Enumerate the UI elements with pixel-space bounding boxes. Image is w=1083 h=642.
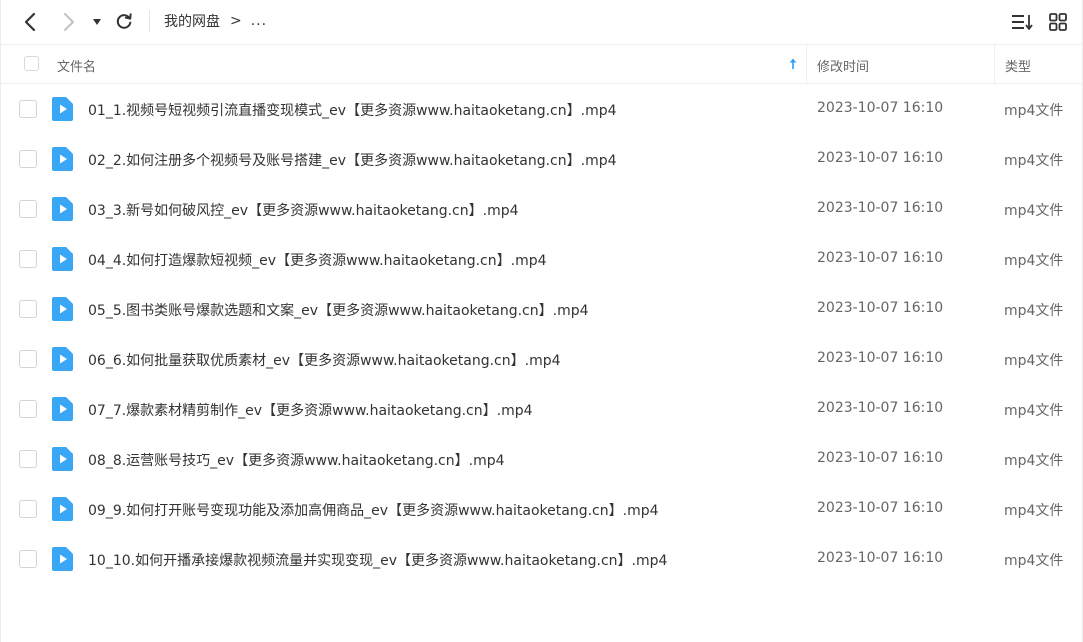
file-type: mp4文件 (1004, 153, 1064, 169)
file-type: mp4文件 (1004, 553, 1064, 569)
row-checkbox[interactable] (19, 550, 37, 568)
video-file-icon (52, 397, 73, 421)
file-type: mp4文件 (1004, 353, 1064, 369)
forward-button[interactable] (56, 9, 82, 35)
file-modified-time: 2023-10-07 16:10 (817, 100, 944, 116)
video-file-icon (52, 97, 73, 121)
refresh-button[interactable] (111, 9, 137, 35)
sort-ascending-icon[interactable] (786, 57, 800, 71)
file-name[interactable]: 05_5.图书类账号爆款选题和文案_ev【更多资源www.haitaoketan… (88, 300, 589, 320)
file-name[interactable]: 06_6.如何批量获取优质素材_ev【更多资源www.haitaoketang.… (88, 350, 561, 370)
chevron-left-icon (24, 12, 36, 32)
file-name[interactable]: 02_2.如何注册多个视频号及账号搭建_ev【更多资源www.haitaoket… (88, 150, 617, 170)
file-modified-time: 2023-10-07 16:10 (817, 500, 944, 516)
file-name[interactable]: 08_8.运营账号技巧_ev【更多资源www.haitaoketang.cn】.… (88, 450, 505, 470)
file-type: mp4文件 (1004, 103, 1064, 119)
caret-down-icon (93, 19, 101, 25)
file-name[interactable]: 09_9.如何打开账号变现功能及添加高佣商品_ev【更多资源www.haitao… (88, 500, 659, 520)
row-checkbox[interactable] (19, 450, 37, 468)
file-type: mp4文件 (1004, 453, 1064, 469)
breadcrumb-root[interactable]: 我的网盘 (164, 11, 220, 31)
row-checkbox[interactable] (19, 100, 37, 118)
row-checkbox[interactable] (19, 250, 37, 268)
select-all-checkbox[interactable] (24, 56, 39, 71)
breadcrumb-more[interactable]: ... (251, 13, 267, 29)
file-modified-time: 2023-10-07 16:10 (817, 450, 944, 466)
row-checkbox[interactable] (19, 400, 37, 418)
file-type: mp4文件 (1004, 503, 1064, 519)
column-divider[interactable] (994, 45, 995, 83)
column-header-type[interactable]: 类型 (1005, 56, 1031, 75)
file-row[interactable]: 03_3.新号如何破风控_ev【更多资源www.haitaoketang.cn】… (1, 185, 1082, 235)
toolbar: 我的网盘 > ... (1, 0, 1082, 43)
file-name[interactable]: 10_10.如何开播承接爆款视频流量并实现变现_ev【更多资源www.haita… (88, 550, 667, 570)
file-list-header: 文件名 修改时间 类型 (1, 44, 1082, 84)
row-checkbox[interactable] (19, 300, 37, 318)
row-checkbox[interactable] (19, 500, 37, 518)
toolbar-divider (149, 10, 150, 32)
video-file-icon (52, 247, 73, 271)
video-file-icon (52, 297, 73, 321)
breadcrumb: 我的网盘 > ... (164, 11, 267, 31)
video-file-icon (52, 497, 73, 521)
file-row[interactable]: 10_10.如何开播承接爆款视频流量并实现变现_ev【更多资源www.haita… (1, 535, 1082, 585)
file-row[interactable]: 01_1.视频号短视频引流直播变现模式_ev【更多资源www.haitaoket… (1, 85, 1082, 135)
sort-button[interactable] (1010, 10, 1034, 34)
file-modified-time: 2023-10-07 16:10 (817, 550, 944, 566)
file-row[interactable]: 02_2.如何注册多个视频号及账号搭建_ev【更多资源www.haitaoket… (1, 135, 1082, 185)
file-type: mp4文件 (1004, 253, 1064, 269)
chevron-right-icon (63, 12, 75, 32)
file-modified-time: 2023-10-07 16:10 (817, 250, 944, 266)
video-file-icon (52, 347, 73, 371)
row-checkbox[interactable] (19, 350, 37, 368)
refresh-icon (116, 13, 132, 29)
file-name[interactable]: 03_3.新号如何破风控_ev【更多资源www.haitaoketang.cn】… (88, 200, 519, 220)
file-row[interactable]: 07_7.爆款素材精剪制作_ev【更多资源www.haitaoketang.cn… (1, 385, 1082, 435)
row-checkbox[interactable] (19, 150, 37, 168)
video-file-icon (52, 547, 73, 571)
file-row[interactable]: 04_4.如何打造爆款短视频_ev【更多资源www.haitaoketang.c… (1, 235, 1082, 285)
file-row[interactable]: 05_5.图书类账号爆款选题和文案_ev【更多资源www.haitaoketan… (1, 285, 1082, 335)
file-modified-time: 2023-10-07 16:10 (817, 150, 944, 166)
file-type: mp4文件 (1004, 203, 1064, 219)
file-row[interactable]: 08_8.运营账号技巧_ev【更多资源www.haitaoketang.cn】.… (1, 435, 1082, 485)
history-dropdown-button[interactable] (89, 11, 105, 33)
sort-list-icon (1012, 15, 1033, 30)
column-header-name[interactable]: 文件名 (57, 56, 96, 75)
video-file-icon (52, 147, 73, 171)
file-type: mp4文件 (1004, 303, 1064, 319)
file-row[interactable]: 06_6.如何批量获取优质素材_ev【更多资源www.haitaoketang.… (1, 335, 1082, 385)
file-name[interactable]: 07_7.爆款素材精剪制作_ev【更多资源www.haitaoketang.cn… (88, 400, 533, 420)
column-divider[interactable] (806, 45, 807, 83)
back-button[interactable] (17, 9, 43, 35)
file-name[interactable]: 04_4.如何打造爆款短视频_ev【更多资源www.haitaoketang.c… (88, 250, 547, 270)
file-name[interactable]: 01_1.视频号短视频引流直播变现模式_ev【更多资源www.haitaoket… (88, 100, 617, 120)
breadcrumb-separator: > (230, 13, 242, 29)
row-checkbox[interactable] (19, 200, 37, 218)
file-modified-time: 2023-10-07 16:10 (817, 200, 944, 216)
grid-icon (1049, 13, 1067, 31)
video-file-icon (52, 197, 73, 221)
file-modified-time: 2023-10-07 16:10 (817, 350, 944, 366)
file-list: 01_1.视频号短视频引流直播变现模式_ev【更多资源www.haitaoket… (1, 85, 1082, 585)
column-header-modified[interactable]: 修改时间 (817, 56, 869, 75)
file-row[interactable]: 09_9.如何打开账号变现功能及添加高佣商品_ev【更多资源www.haitao… (1, 485, 1082, 535)
video-file-icon (52, 447, 73, 471)
file-modified-time: 2023-10-07 16:10 (817, 300, 944, 316)
grid-view-button[interactable] (1046, 10, 1070, 34)
file-type: mp4文件 (1004, 403, 1064, 419)
file-modified-time: 2023-10-07 16:10 (817, 400, 944, 416)
file-manager-window: 我的网盘 > ... 文件名 修改时间 类型 01_1.视频号短视频引流直播变现… (0, 0, 1083, 642)
